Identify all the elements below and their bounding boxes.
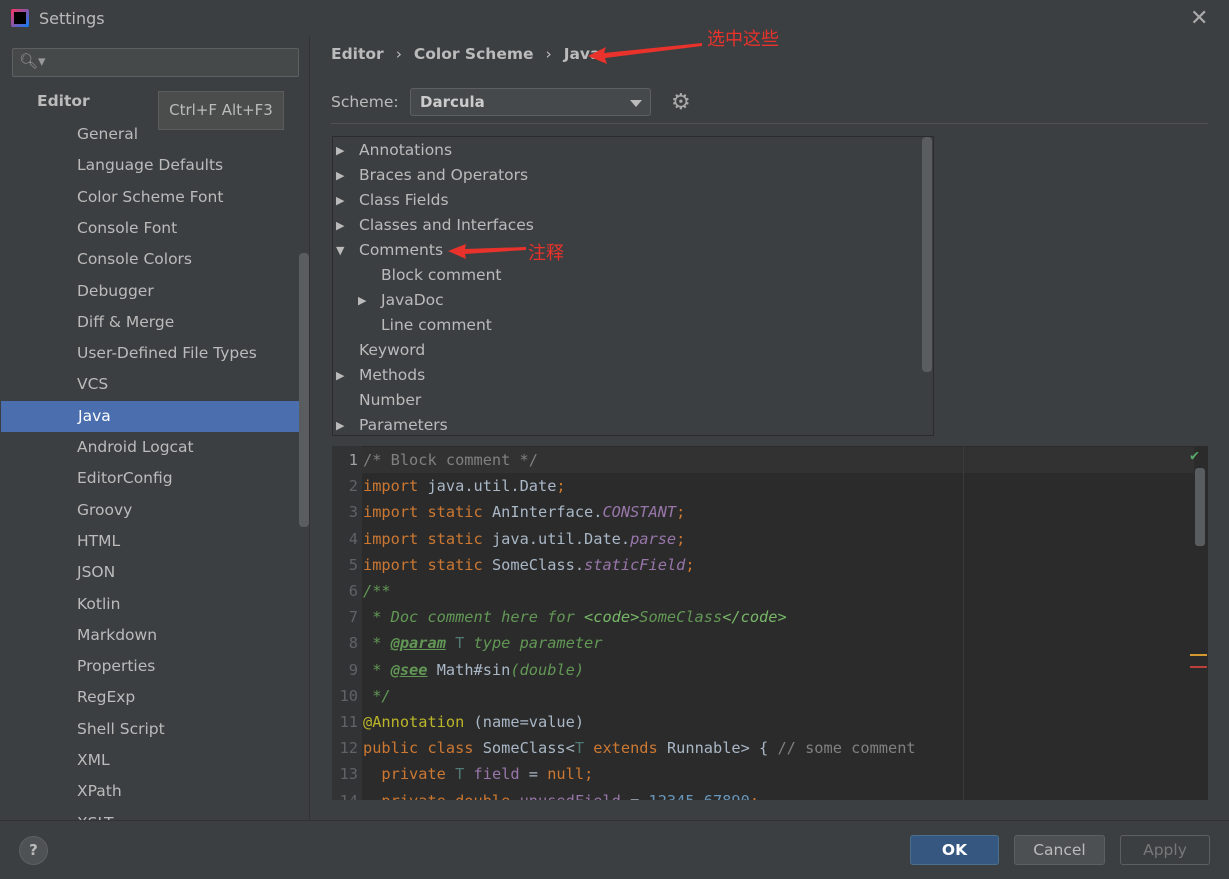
annotation-arrows <box>448 43 702 259</box>
annotation-comments: 注释 <box>528 243 564 264</box>
annotation-select-these: 选中这些 <box>707 29 779 50</box>
ok-button[interactable]: OK <box>910 835 999 865</box>
cancel-button[interactable]: Cancel <box>1014 835 1105 865</box>
help-button[interactable]: ? <box>19 836 48 865</box>
arrow-to-comments <box>448 244 526 259</box>
apply-button[interactable]: Apply <box>1120 835 1210 865</box>
arrow-to-breadcrumb <box>588 43 702 64</box>
